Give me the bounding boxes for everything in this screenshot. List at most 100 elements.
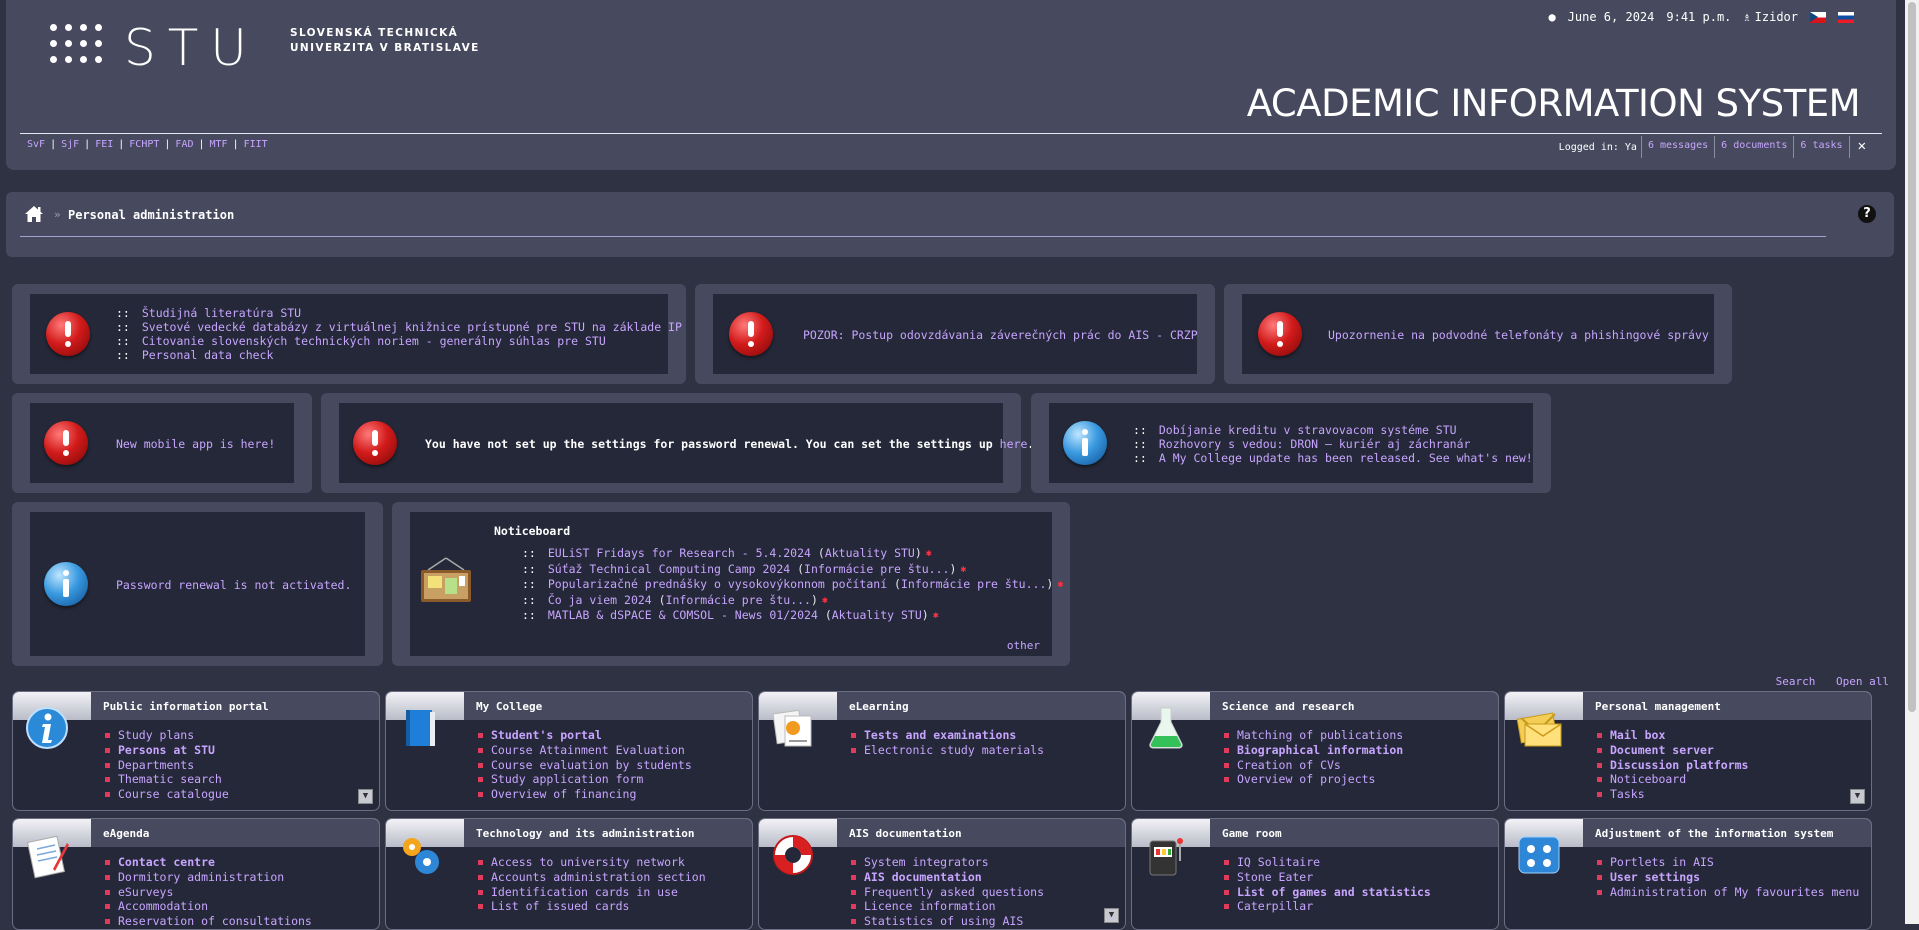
documents-link[interactable]: 6 documents	[1714, 136, 1793, 158]
portlet-link[interactable]: Tests and examinations	[864, 728, 1016, 742]
open-all-link[interactable]: Open all	[1836, 675, 1889, 688]
alert-link[interactable]: Svetové vedecké databázy z virtuálnej kn…	[142, 320, 682, 334]
portlet-link[interactable]: List of games and statistics	[1237, 885, 1431, 899]
alert-link[interactable]: POZOR: Postup odovzdávania záverečných p…	[803, 328, 1198, 342]
noticeboard-item: :: EULiST Fridays for Research - 5.4.2024…	[522, 546, 932, 560]
stu-logo[interactable]: STU	[124, 18, 259, 78]
logo-dot	[80, 24, 87, 31]
alert-list: :: Študijná literatúra STU :: Svetové vede…	[116, 306, 682, 362]
portlet-link[interactable]: Stone Eater	[1237, 870, 1313, 884]
alert-link[interactable]: Rozhovory s vedou: DRON – kuriér aj zách…	[1159, 437, 1471, 451]
portlet-link[interactable]: Identification cards in use	[491, 885, 678, 899]
portlet-link[interactable]: Persons at STU	[118, 743, 215, 757]
portlet-link[interactable]: Noticeboard	[1610, 772, 1686, 786]
help-icon[interactable]: ?	[1858, 205, 1876, 223]
portlet-link[interactable]: AIS documentation	[864, 870, 982, 884]
portlet-link[interactable]: Access to university network	[491, 855, 685, 869]
alert-link[interactable]: New mobile app is here!	[116, 437, 275, 451]
portlet-link[interactable]: System integrators	[864, 855, 989, 869]
portlet-link[interactable]: Frequently asked questions	[864, 885, 1044, 899]
portlet-link[interactable]: Accommodation	[118, 899, 208, 913]
password-settings-link[interactable]: here	[1000, 437, 1028, 451]
portlet-link[interactable]: Biographical information	[1237, 743, 1403, 757]
faculty-link-fchpt[interactable]: FCHPT	[129, 139, 159, 150]
logo-dot	[50, 56, 57, 63]
expand-chevron-icon[interactable]: ▼	[1850, 789, 1865, 804]
portlet-link[interactable]: Accounts administration section	[491, 870, 706, 884]
messages-link[interactable]: 6 messages	[1640, 136, 1714, 158]
faculty-link-fei[interactable]: FEI	[95, 139, 113, 150]
alert-link[interactable]: Personal data check	[142, 348, 274, 362]
faculty-link-fiit[interactable]: FIIT	[244, 139, 268, 150]
faculty-link-svf[interactable]: SvF	[27, 139, 45, 150]
page-scrollbar[interactable]	[1905, 0, 1919, 924]
noticeboard-title: Noticeboard	[494, 524, 571, 538]
portlet-link[interactable]: Course evaluation by students	[491, 758, 692, 772]
alert-link[interactable]: A My College update has been released. S…	[1159, 451, 1533, 465]
user-name[interactable]: Izidor	[1755, 10, 1798, 24]
portlet-link[interactable]: Matching of publications	[1237, 728, 1403, 742]
portlet-link[interactable]: Statistics of using AIS	[864, 914, 1023, 928]
portlet-list-item: User settings	[1597, 870, 1859, 885]
logout-close-icon[interactable]: ✕	[1848, 136, 1874, 158]
portlet-link[interactable]: Licence information	[864, 899, 996, 913]
info-portal-icon	[26, 707, 68, 749]
faculty-separator: |	[164, 139, 171, 150]
expand-chevron-icon[interactable]: ▼	[1104, 908, 1119, 923]
portlet-link[interactable]: Electronic study materials	[864, 743, 1044, 757]
portlet-link[interactable]: Course catalogue	[118, 787, 229, 801]
portlet-list-item: Overview of projects	[1224, 772, 1403, 787]
portlet-link[interactable]: Tasks	[1610, 787, 1645, 801]
portlet-title: Personal management	[1583, 692, 1871, 720]
portlet-link[interactable]: Mail box	[1610, 728, 1665, 742]
portlet-link[interactable]: Creation of CVs	[1237, 758, 1341, 772]
noticeboard-item: :: Súťaž Technical Computing Camp 2024 (I…	[522, 561, 967, 576]
stu-logo-dots	[50, 24, 118, 70]
expand-chevron-icon[interactable]: ▼	[358, 789, 373, 804]
portlet-link[interactable]: Portlets in AIS	[1610, 855, 1714, 869]
noticeboard-other-link[interactable]: other	[1007, 639, 1040, 652]
portlet-list-item: Document server	[1597, 743, 1748, 758]
slovak-flag-icon[interactable]	[1838, 11, 1854, 23]
header: STU SLOVENSKÁ TECHNICKÁ UNIVERZITA V BRA…	[6, 0, 1896, 170]
portlet-link[interactable]: Discussion platforms	[1610, 758, 1748, 772]
portlet-link[interactable]: Dormitory administration	[118, 870, 284, 884]
tasks-link[interactable]: 6 tasks	[1793, 136, 1848, 158]
home-icon[interactable]	[24, 205, 44, 223]
portlet-links: Mail box Document server Discussion platfo…	[1597, 728, 1748, 802]
portlet-actions: Search Open all	[1762, 675, 1889, 688]
portlet-link[interactable]: Departments	[118, 758, 194, 772]
portlet-link[interactable]: Course Attainment Evaluation	[491, 743, 685, 757]
alert-link[interactable]: Citovanie slovenských technických noriem…	[142, 334, 606, 348]
portlet-link[interactable]: Overview of projects	[1237, 772, 1375, 786]
portlet-link[interactable]: Document server	[1610, 743, 1714, 757]
portlet-link[interactable]: Caterpillar	[1237, 899, 1313, 913]
portlet-link[interactable]: Administration of My favourites menu	[1610, 885, 1859, 899]
portlet-link[interactable]: eSurveys	[118, 885, 173, 899]
portlet-link[interactable]: Thematic search	[118, 772, 222, 786]
info-icon	[1063, 421, 1107, 465]
faculty-link-sjf[interactable]: SjF	[61, 139, 79, 150]
czech-flag-icon[interactable]	[1810, 11, 1826, 23]
portlet-links: Tests and examinations Electronic study m…	[851, 728, 1044, 758]
portlet-link[interactable]: Overview of financing	[491, 787, 636, 801]
scrollbar-thumb[interactable]	[1908, 2, 1916, 712]
portlet-link[interactable]: IQ Solitaire	[1237, 855, 1320, 869]
portlet-link[interactable]: List of issued cards	[491, 899, 629, 913]
portlet-links: Matching of publications Biographical inf…	[1224, 728, 1403, 787]
faculty-link-fad[interactable]: FAD	[175, 139, 193, 150]
noticeboard-list: :: EULiST Fridays for Research - 5.4.2024…	[522, 546, 1063, 624]
alert-link[interactable]: Password renewal is not activated.	[116, 578, 351, 592]
faculty-link-mtf[interactable]: MTF	[210, 139, 228, 150]
alert-link[interactable]: Študijná literatúra STU	[142, 306, 301, 320]
alert-link[interactable]: Dobíjanie kreditu v stravovacom systéme …	[1159, 423, 1457, 437]
portlet-link[interactable]: Reservation of consultations	[118, 914, 312, 928]
portlet-link[interactable]: Study application form	[491, 772, 643, 786]
alert-link[interactable]: Upozornenie na podvodné telefonáty a phi…	[1328, 328, 1709, 342]
portlet-link[interactable]: Student's portal	[491, 728, 602, 742]
portlet-link[interactable]: Study plans	[118, 728, 194, 742]
portlet-link[interactable]: Contact centre	[118, 855, 215, 869]
portlet-link[interactable]: User settings	[1610, 870, 1700, 884]
portlet-list-item: System integrators	[851, 855, 1044, 870]
search-link[interactable]: Search	[1776, 675, 1816, 688]
